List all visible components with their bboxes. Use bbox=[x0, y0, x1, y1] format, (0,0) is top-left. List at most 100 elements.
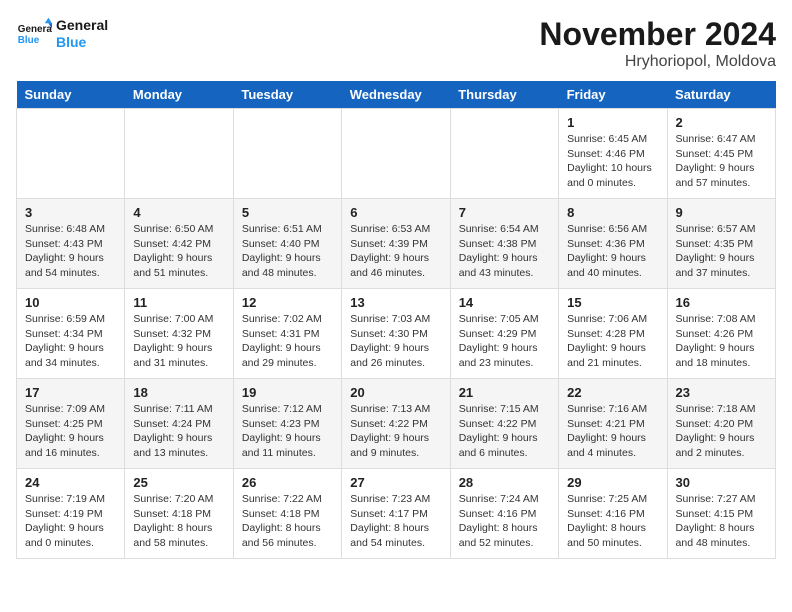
day-info: Sunrise: 7:24 AM Sunset: 4:16 PM Dayligh… bbox=[459, 492, 550, 551]
week-row-4: 17 Sunrise: 7:09 AM Sunset: 4:25 PM Dayli… bbox=[17, 379, 776, 469]
day-number: 26 bbox=[242, 475, 333, 490]
day-number: 27 bbox=[350, 475, 441, 490]
day-number: 22 bbox=[567, 385, 658, 400]
weekday-header-thursday: Thursday bbox=[450, 81, 558, 109]
calendar-cell: 29Sunrise: 7:25 AM Sunset: 4:16 PM Dayli… bbox=[559, 469, 667, 559]
calendar-cell: 28 Sunrise: 7:24 AM Sunset: 4:16 PM Dayli… bbox=[450, 469, 558, 559]
calendar-cell: 12 Sunrise: 7:02 AM Sunset: 4:31 PM Dayli… bbox=[233, 289, 341, 379]
weekday-header-friday: Friday bbox=[559, 81, 667, 109]
weekday-header-tuesday: Tuesday bbox=[233, 81, 341, 109]
calendar-cell: 25 Sunrise: 7:20 AM Sunset: 4:18 PM Dayli… bbox=[125, 469, 233, 559]
weekday-header-row: SundayMondayTuesdayWednesdayThursdayFrid… bbox=[17, 81, 776, 109]
calendar-cell: 18 Sunrise: 7:11 AM Sunset: 4:24 PM Dayli… bbox=[125, 379, 233, 469]
calendar-cell bbox=[125, 109, 233, 199]
day-number: 6 bbox=[350, 205, 441, 220]
day-number: 13 bbox=[350, 295, 441, 310]
day-number: 16 bbox=[676, 295, 767, 310]
calendar-cell: 2 Sunrise: 6:47 AM Sunset: 4:45 PM Daylig… bbox=[667, 109, 775, 199]
day-info: Sunrise: 7:19 AM Sunset: 4:19 PM Dayligh… bbox=[25, 492, 116, 551]
weekday-header-wednesday: Wednesday bbox=[342, 81, 450, 109]
day-number: 7 bbox=[459, 205, 550, 220]
day-info: Sunrise: 7:02 AM Sunset: 4:31 PM Dayligh… bbox=[242, 312, 333, 371]
logo-icon: General Blue bbox=[16, 16, 52, 52]
weekday-header-sunday: Sunday bbox=[17, 81, 125, 109]
calendar-cell: 16 Sunrise: 7:08 AM Sunset: 4:26 PM Dayli… bbox=[667, 289, 775, 379]
day-info: Sunrise: 7:25 AM Sunset: 4:16 PM Dayligh… bbox=[567, 492, 658, 551]
day-number: 20 bbox=[350, 385, 441, 400]
calendar-cell: 26Sunrise: 7:22 AM Sunset: 4:18 PM Dayli… bbox=[233, 469, 341, 559]
day-info: Sunrise: 7:18 AM Sunset: 4:20 PM Dayligh… bbox=[676, 402, 767, 461]
calendar-cell: 24 Sunrise: 7:19 AM Sunset: 4:19 PM Dayli… bbox=[17, 469, 125, 559]
day-number: 10 bbox=[25, 295, 116, 310]
day-number: 9 bbox=[676, 205, 767, 220]
day-info: Sunrise: 7:00 AM Sunset: 4:32 PM Dayligh… bbox=[133, 312, 224, 371]
day-info: Sunrise: 7:27 AM Sunset: 4:15 PM Dayligh… bbox=[676, 492, 767, 551]
day-number: 12 bbox=[242, 295, 333, 310]
day-info: Sunrise: 6:59 AM Sunset: 4:34 PM Dayligh… bbox=[25, 312, 116, 371]
day-number: 14 bbox=[459, 295, 550, 310]
day-info: Sunrise: 7:15 AM Sunset: 4:22 PM Dayligh… bbox=[459, 402, 550, 461]
day-info: Sunrise: 7:06 AM Sunset: 4:28 PM Dayligh… bbox=[567, 312, 658, 371]
day-info: Sunrise: 6:54 AM Sunset: 4:38 PM Dayligh… bbox=[459, 222, 550, 281]
svg-text:General: General bbox=[18, 24, 52, 35]
day-info: Sunrise: 6:51 AM Sunset: 4:40 PM Dayligh… bbox=[242, 222, 333, 281]
day-info: Sunrise: 6:48 AM Sunset: 4:43 PM Dayligh… bbox=[25, 222, 116, 281]
day-number: 2 bbox=[676, 115, 767, 130]
day-info: Sunrise: 7:05 AM Sunset: 4:29 PM Dayligh… bbox=[459, 312, 550, 371]
calendar-cell bbox=[233, 109, 341, 199]
day-number: 28 bbox=[459, 475, 550, 490]
calendar-cell: 3 Sunrise: 6:48 AM Sunset: 4:43 PM Daylig… bbox=[17, 199, 125, 289]
calendar-cell: 30 Sunrise: 7:27 AM Sunset: 4:15 PM Dayli… bbox=[667, 469, 775, 559]
calendar-cell bbox=[342, 109, 450, 199]
logo: General Blue General Blue bbox=[16, 16, 108, 52]
calendar-cell: 1Sunrise: 6:45 AM Sunset: 4:46 PM Daylig… bbox=[559, 109, 667, 199]
day-info: Sunrise: 6:47 AM Sunset: 4:45 PM Dayligh… bbox=[676, 132, 767, 191]
calendar-cell: 10 Sunrise: 6:59 AM Sunset: 4:34 PM Dayli… bbox=[17, 289, 125, 379]
day-number: 24 bbox=[25, 475, 116, 490]
calendar-table: SundayMondayTuesdayWednesdayThursdayFrid… bbox=[16, 81, 776, 559]
day-info: Sunrise: 7:03 AM Sunset: 4:30 PM Dayligh… bbox=[350, 312, 441, 371]
day-info: Sunrise: 7:11 AM Sunset: 4:24 PM Dayligh… bbox=[133, 402, 224, 461]
week-row-5: 24 Sunrise: 7:19 AM Sunset: 4:19 PM Dayli… bbox=[17, 469, 776, 559]
calendar-cell: 17 Sunrise: 7:09 AM Sunset: 4:25 PM Dayli… bbox=[17, 379, 125, 469]
day-info: Sunrise: 7:09 AM Sunset: 4:25 PM Dayligh… bbox=[25, 402, 116, 461]
day-info: Sunrise: 6:50 AM Sunset: 4:42 PM Dayligh… bbox=[133, 222, 224, 281]
day-number: 5 bbox=[242, 205, 333, 220]
day-info: Sunrise: 6:53 AM Sunset: 4:39 PM Dayligh… bbox=[350, 222, 441, 281]
calendar-cell bbox=[450, 109, 558, 199]
week-row-2: 3 Sunrise: 6:48 AM Sunset: 4:43 PM Daylig… bbox=[17, 199, 776, 289]
day-number: 8 bbox=[567, 205, 658, 220]
day-number: 4 bbox=[133, 205, 224, 220]
week-row-3: 10 Sunrise: 6:59 AM Sunset: 4:34 PM Dayli… bbox=[17, 289, 776, 379]
week-row-1: 1Sunrise: 6:45 AM Sunset: 4:46 PM Daylig… bbox=[17, 109, 776, 199]
day-number: 25 bbox=[133, 475, 224, 490]
day-info: Sunrise: 7:16 AM Sunset: 4:21 PM Dayligh… bbox=[567, 402, 658, 461]
day-number: 17 bbox=[25, 385, 116, 400]
calendar-cell: 4 Sunrise: 6:50 AM Sunset: 4:42 PM Daylig… bbox=[125, 199, 233, 289]
day-number: 3 bbox=[25, 205, 116, 220]
weekday-header-saturday: Saturday bbox=[667, 81, 775, 109]
day-info: Sunrise: 7:20 AM Sunset: 4:18 PM Dayligh… bbox=[133, 492, 224, 551]
day-number: 18 bbox=[133, 385, 224, 400]
day-number: 30 bbox=[676, 475, 767, 490]
calendar-cell: 11Sunrise: 7:00 AM Sunset: 4:32 PM Dayli… bbox=[125, 289, 233, 379]
day-number: 15 bbox=[567, 295, 658, 310]
day-number: 1 bbox=[567, 115, 658, 130]
day-number: 21 bbox=[459, 385, 550, 400]
day-info: Sunrise: 7:23 AM Sunset: 4:17 PM Dayligh… bbox=[350, 492, 441, 551]
day-number: 23 bbox=[676, 385, 767, 400]
calendar-cell: 22 Sunrise: 7:16 AM Sunset: 4:21 PM Dayli… bbox=[559, 379, 667, 469]
month-title: November 2024 bbox=[539, 16, 776, 53]
calendar-cell: 9Sunrise: 6:57 AM Sunset: 4:35 PM Daylig… bbox=[667, 199, 775, 289]
calendar-cell: 20Sunrise: 7:13 AM Sunset: 4:22 PM Dayli… bbox=[342, 379, 450, 469]
page-header: General Blue General Blue November 2024 … bbox=[16, 16, 776, 71]
day-info: Sunrise: 7:12 AM Sunset: 4:23 PM Dayligh… bbox=[242, 402, 333, 461]
calendar-cell: 27 Sunrise: 7:23 AM Sunset: 4:17 PM Dayli… bbox=[342, 469, 450, 559]
calendar-cell: 15 Sunrise: 7:06 AM Sunset: 4:28 PM Dayli… bbox=[559, 289, 667, 379]
calendar-cell: 19 Sunrise: 7:12 AM Sunset: 4:23 PM Dayli… bbox=[233, 379, 341, 469]
title-block: November 2024 Hryhoriopol, Moldova bbox=[539, 16, 776, 71]
svg-text:Blue: Blue bbox=[18, 35, 40, 46]
day-number: 19 bbox=[242, 385, 333, 400]
calendar-cell: 14 Sunrise: 7:05 AM Sunset: 4:29 PM Dayli… bbox=[450, 289, 558, 379]
day-info: Sunrise: 7:08 AM Sunset: 4:26 PM Dayligh… bbox=[676, 312, 767, 371]
